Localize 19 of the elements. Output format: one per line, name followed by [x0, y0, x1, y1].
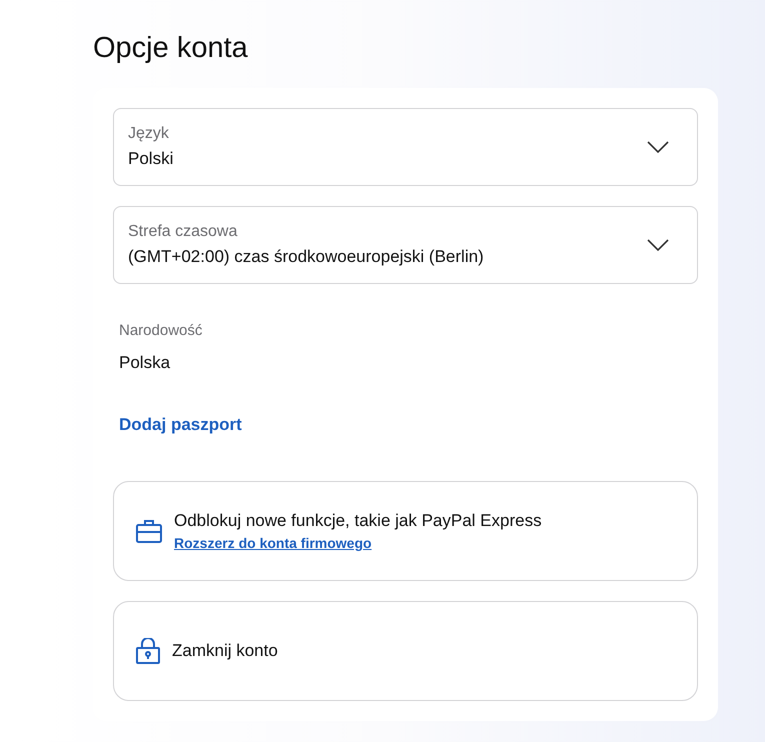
chevron-down-icon: [647, 239, 669, 251]
field-value: Polski: [128, 149, 174, 169]
dropdown-field[interactable]: Język Polski: [113, 108, 698, 186]
action-card[interactable]: Odblokuj nowe funkcje, takie jak PayPal Express Rozszerz do konta firmowego: [113, 481, 698, 581]
add-passport-link[interactable]: Dodaj paszport: [113, 393, 248, 461]
field-value: Polska: [119, 353, 172, 373]
briefcase-icon: [136, 519, 162, 543]
action-text: Odblokuj nowe funkcje, takie jak PayPal Express: [174, 511, 542, 531]
field-value: (GMT+02:00) czas środkowoeuropejski (Berlin): [128, 247, 484, 267]
page-title: Opcje konta: [93, 31, 249, 66]
upgrade-link[interactable]: Rozszerz do konta firmowego: [174, 535, 372, 551]
lock-icon: [136, 638, 160, 664]
field-label: Strefa czasowa: [128, 223, 238, 241]
dropdown-field[interactable]: Strefa czasowa (GMT+02:00) czas środkowoeuropejski (Berlin): [113, 206, 698, 284]
chevron-down-icon: [647, 141, 669, 153]
field-label: Język: [128, 125, 170, 143]
action-card[interactable]: Zamknij konto: [113, 601, 698, 701]
field-label: Narodowość: [119, 322, 204, 339]
action-text: Zamknij konto: [172, 641, 278, 661]
